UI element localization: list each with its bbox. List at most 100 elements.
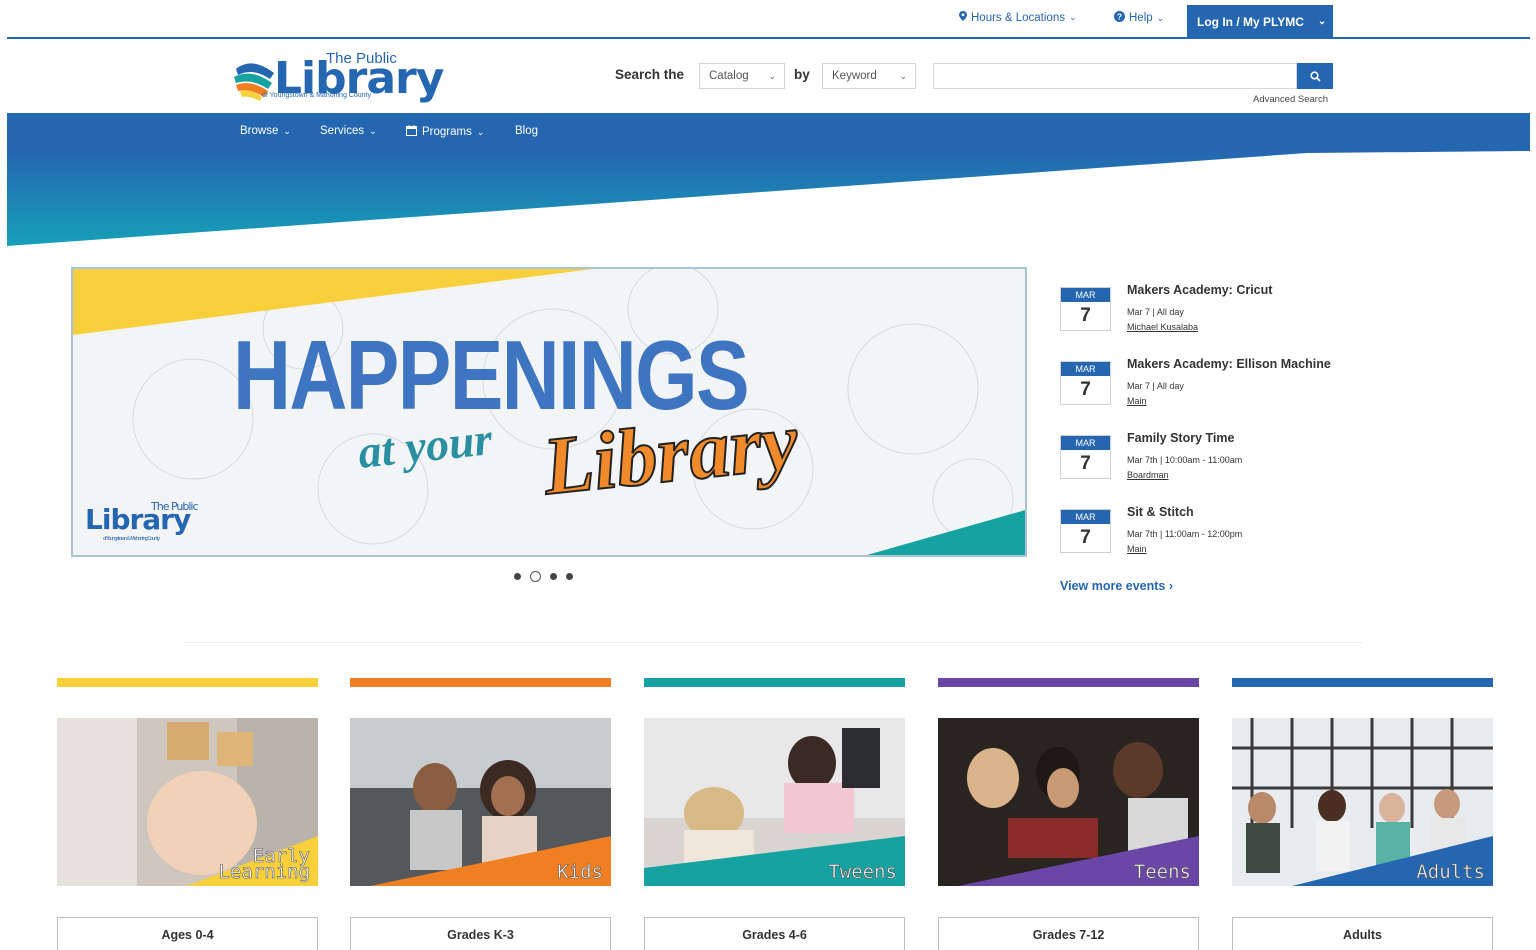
audience-image[interactable]: Early Learning xyxy=(57,718,318,886)
audience-button[interactable]: Ages 0-4 xyxy=(57,917,318,950)
page: Hours & Locations ⌄ ? Help ⌄ Log In / My… xyxy=(0,0,1536,950)
site-logo[interactable]: The Public Library of Youngstown & Mahon… xyxy=(234,49,444,105)
event-title[interactable]: Makers Academy: Cricut xyxy=(1127,283,1272,297)
slider-dot[interactable] xyxy=(514,573,521,580)
audience-image[interactable]: Adults xyxy=(1232,718,1493,886)
audience-button[interactable]: Grades K-3 xyxy=(350,917,611,950)
audience-image[interactable]: Teens xyxy=(938,718,1199,886)
catalog-select-value: Catalog xyxy=(709,70,749,82)
event-item: MAR 7 Family Story Time Mar 7th | 10:00a… xyxy=(1060,431,1380,495)
event-time: Mar 7 | All day xyxy=(1127,307,1184,317)
event-date: MAR 7 xyxy=(1060,435,1111,479)
nav-item-label: Browse xyxy=(240,125,279,137)
nav-item-services[interactable]: Services ⌄ xyxy=(320,125,377,137)
audience-label-line-2: Learning xyxy=(218,861,310,883)
chevron-down-icon: ⌄ xyxy=(283,125,291,136)
card-color-bar xyxy=(938,678,1199,687)
event-location[interactable]: Main xyxy=(1127,544,1147,554)
nav-item-label: Blog xyxy=(515,125,539,137)
nav-item-blog[interactable]: Blog xyxy=(515,125,538,137)
event-date: MAR 7 xyxy=(1060,287,1111,331)
event-title[interactable]: Sit & Stitch xyxy=(1127,505,1194,519)
chevron-down-icon: ⌄ xyxy=(1068,12,1077,22)
hours-locations-link[interactable]: Hours & Locations ⌄ xyxy=(959,11,1077,24)
audience-card-kids: Kids Grades K-3 xyxy=(350,678,611,950)
event-title[interactable]: Family Story Time xyxy=(1127,431,1234,445)
search-input[interactable] xyxy=(933,63,1297,89)
slider-dot-active[interactable] xyxy=(530,571,541,582)
event-month: MAR xyxy=(1061,288,1110,302)
event-date: MAR 7 xyxy=(1060,509,1111,553)
audience-label: Kids xyxy=(557,862,603,882)
search-icon xyxy=(1309,70,1321,82)
event-location[interactable]: Main xyxy=(1127,396,1147,406)
hours-locations-label: Hours & Locations xyxy=(971,11,1065,24)
slider-dot[interactable] xyxy=(550,573,557,580)
audience-card-adults: Adults Adults xyxy=(1232,678,1493,950)
audience-button[interactable]: Grades 4-6 xyxy=(644,917,905,950)
chevron-down-icon: ⌄ xyxy=(369,125,377,136)
chevron-down-icon: ⌄ xyxy=(476,126,485,137)
audience-image[interactable]: Tweens xyxy=(644,718,905,886)
event-location[interactable]: Michael Kusalaba xyxy=(1127,322,1198,332)
keyword-select[interactable]: Keyword ⌄ xyxy=(822,63,916,89)
catalog-select[interactable]: Catalog ⌄ xyxy=(699,63,785,89)
calendar-icon xyxy=(406,125,417,139)
card-color-bar xyxy=(1232,678,1493,687)
nav-item-label: Services xyxy=(320,125,365,137)
slider-dot[interactable] xyxy=(566,573,573,580)
slide-logo: Library The Public of Youngstown & Mahon… xyxy=(85,500,199,542)
slide-logo-sub: of Youngstown & Mahoning County xyxy=(103,536,160,542)
audience-card-early-learning: Early Learning Ages 0-4 xyxy=(57,678,318,950)
event-day: 7 xyxy=(1080,527,1091,548)
nav-item-label: Programs xyxy=(422,126,472,138)
header-swoosh xyxy=(7,151,1530,246)
audience-label: Tweens xyxy=(828,861,897,883)
event-item: MAR 7 Makers Academy: Ellison Machine Ma… xyxy=(1060,357,1380,421)
help-link[interactable]: ? Help ⌄ xyxy=(1114,11,1164,25)
view-more-events-link[interactable]: View more events › xyxy=(1060,579,1173,593)
event-month: MAR xyxy=(1061,510,1110,524)
event-day: 7 xyxy=(1080,305,1091,326)
chevron-down-icon: ⌄ xyxy=(1317,16,1327,27)
audience-image[interactable]: Kids xyxy=(350,718,611,886)
hero-slider[interactable]: HAPPENINGS at your Library Library The P… xyxy=(71,267,1027,557)
audience-button[interactable]: Grades 7-12 xyxy=(938,917,1199,950)
search-button[interactable] xyxy=(1297,63,1333,89)
card-color-bar xyxy=(350,678,611,687)
audience-label: Early Learning xyxy=(218,846,310,883)
audience-button[interactable]: Adults xyxy=(1232,917,1493,950)
audience-label-line-2: Tweens xyxy=(828,861,897,883)
event-date: MAR 7 xyxy=(1060,361,1111,405)
keyword-select-value: Keyword xyxy=(832,70,877,82)
logo-subtitle: of Youngstown & Mahoning County xyxy=(262,92,371,99)
audience-card-tweens: Tweens Grades 4-6 xyxy=(644,678,905,950)
event-month: MAR xyxy=(1061,362,1110,376)
card-color-bar xyxy=(644,678,905,687)
chevron-down-icon: ⌄ xyxy=(768,70,776,81)
event-title[interactable]: Makers Academy: Ellison Machine xyxy=(1127,357,1331,371)
event-item: MAR 7 Makers Academy: Cricut Mar 7 | All… xyxy=(1060,283,1380,347)
section-divider xyxy=(184,642,1362,643)
event-location[interactable]: Boardman xyxy=(1127,470,1169,480)
utility-bar: Hours & Locations ⌄ ? Help ⌄ Log In / My… xyxy=(0,0,1536,40)
slider-dots xyxy=(514,571,573,582)
event-time: Mar 7th | 10:00am - 11:00am xyxy=(1127,455,1243,465)
login-label: Log In / My PLYMC xyxy=(1197,14,1304,29)
event-time: Mar 7 | All day xyxy=(1127,381,1184,391)
audience-label: Teens xyxy=(1133,861,1191,883)
event-day: 7 xyxy=(1080,379,1091,400)
nav-item-browse[interactable]: Browse ⌄ xyxy=(240,125,291,137)
help-label: Help xyxy=(1129,12,1153,24)
card-color-bar xyxy=(57,678,318,687)
advanced-search-link[interactable]: Advanced Search xyxy=(1253,94,1328,105)
question-circle-icon: ? xyxy=(1114,11,1125,25)
map-pin-icon xyxy=(959,11,967,24)
event-month: MAR xyxy=(1061,436,1110,450)
nav-item-programs[interactable]: Programs ⌄ xyxy=(406,125,484,139)
login-button[interactable]: Log In / My PLYMC ⌄ xyxy=(1187,5,1333,38)
by-label: by xyxy=(794,67,810,82)
main-nav: Browse ⌄ Services ⌄ Programs ⌄ Blog xyxy=(7,113,1530,151)
event-time: Mar 7th | 11:00am - 12:00pm xyxy=(1127,529,1243,539)
audience-label-line-2: Teens xyxy=(1133,861,1191,883)
